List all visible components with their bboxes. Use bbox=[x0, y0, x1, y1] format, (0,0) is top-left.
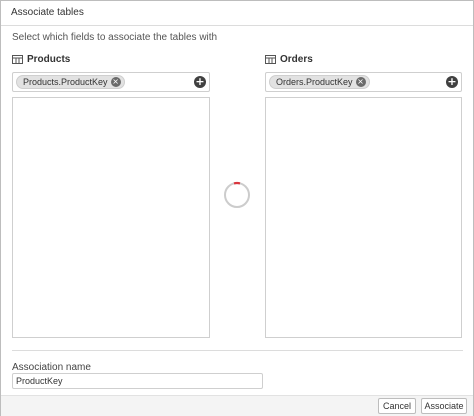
left-field-chip[interactable]: Products.ProductKey × bbox=[16, 75, 125, 89]
cancel-button[interactable]: Cancel bbox=[378, 398, 416, 414]
loading-spinner-icon bbox=[224, 181, 250, 208]
left-field-selector[interactable]: Products.ProductKey × + bbox=[12, 72, 210, 92]
associate-button[interactable]: Associate bbox=[421, 398, 467, 414]
table-icon bbox=[265, 55, 276, 64]
right-field-chip[interactable]: Orders.ProductKey × bbox=[269, 75, 370, 89]
right-field-chip-label: Orders.ProductKey bbox=[276, 77, 353, 87]
add-field-icon[interactable]: + bbox=[446, 76, 458, 88]
left-fields-list[interactable] bbox=[12, 97, 210, 338]
dialog-header: Associate tables bbox=[1, 1, 473, 26]
left-field-chip-label: Products.ProductKey bbox=[23, 77, 108, 87]
right-table-name: Orders bbox=[280, 54, 313, 65]
left-table-name: Products bbox=[27, 54, 71, 65]
section-divider bbox=[12, 350, 463, 351]
right-table-title: Orders bbox=[265, 54, 313, 65]
right-field-selector[interactable]: Orders.ProductKey × + bbox=[265, 72, 462, 92]
association-name-input[interactable] bbox=[12, 373, 263, 389]
association-name-label: Association name bbox=[12, 362, 91, 373]
instructions-text: Select which fields to associate the tab… bbox=[12, 32, 218, 43]
right-fields-list[interactable] bbox=[265, 97, 462, 338]
associate-tables-dialog: Associate tables Select which fields to … bbox=[0, 0, 474, 416]
add-field-icon[interactable]: + bbox=[194, 76, 206, 88]
left-table-title: Products bbox=[12, 54, 70, 65]
table-icon bbox=[12, 55, 23, 64]
remove-icon[interactable]: × bbox=[110, 77, 121, 87]
remove-icon[interactable]: × bbox=[355, 77, 366, 87]
dialog-title: Associate tables bbox=[11, 7, 84, 18]
